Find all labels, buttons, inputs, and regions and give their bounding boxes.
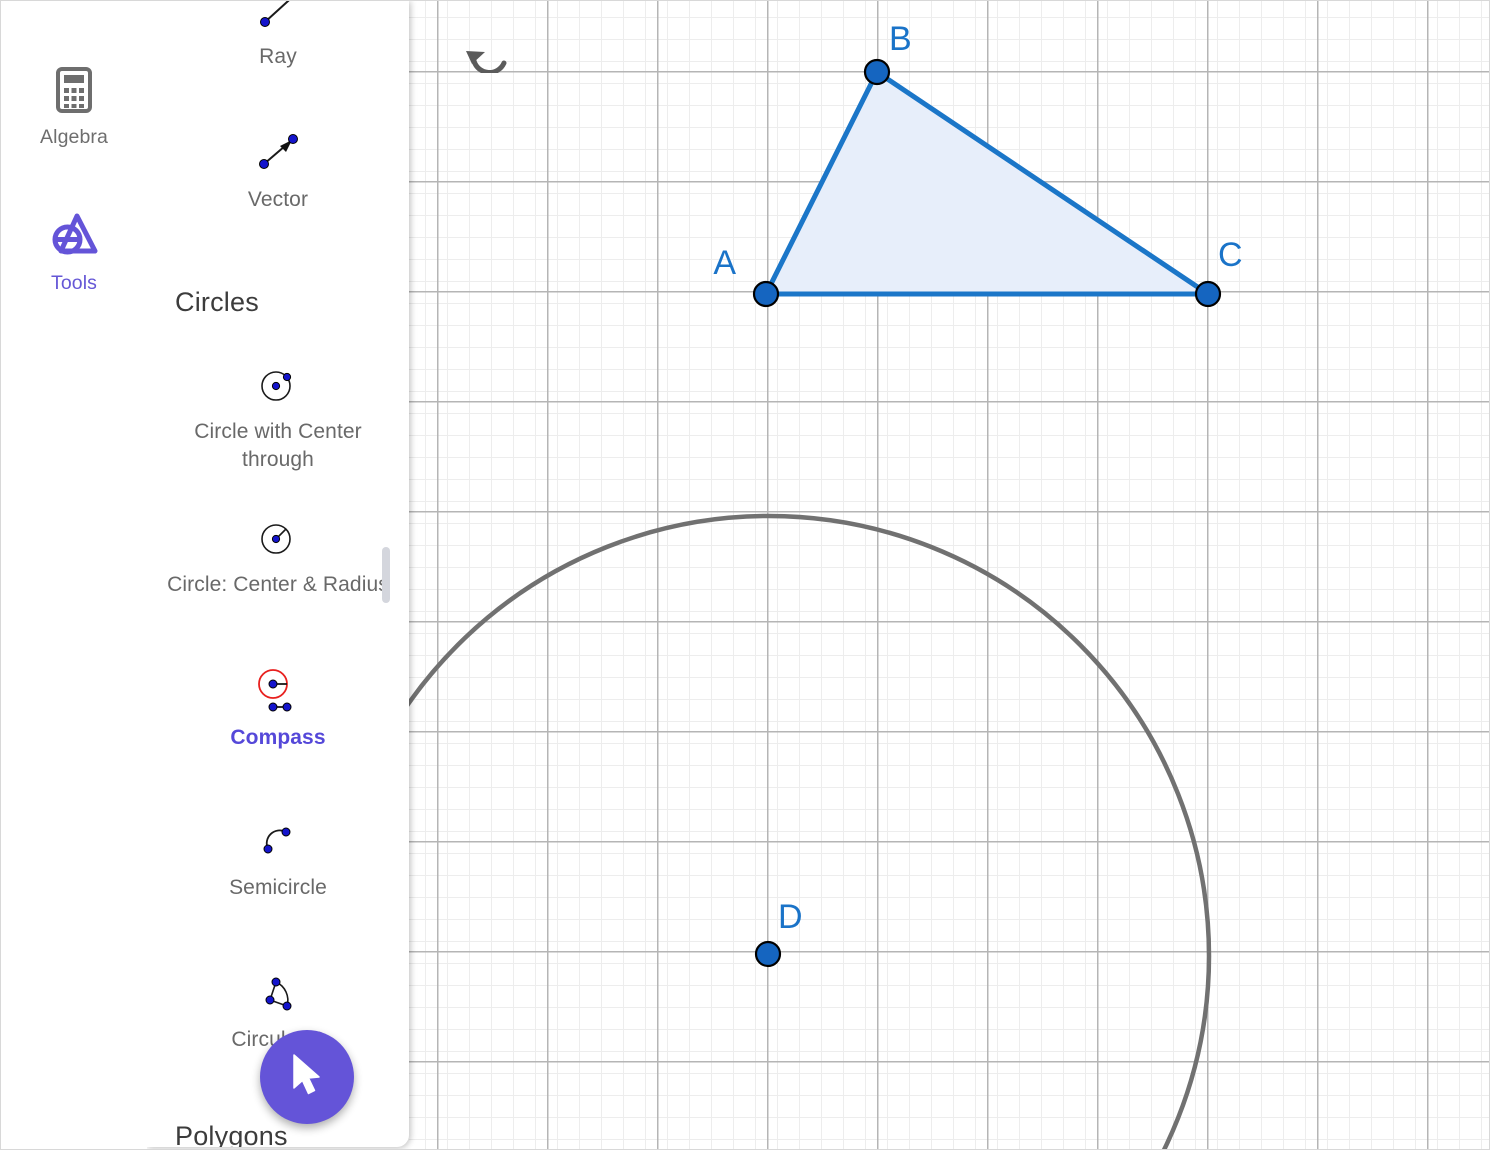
tool-panel: Ray Vector Circles Circle with Center th… <box>147 1 409 1147</box>
compass-tool-icon <box>157 664 399 720</box>
point-label-B: B <box>889 20 912 58</box>
semicircle-tool-icon <box>157 814 399 870</box>
undo-button[interactable] <box>461 35 513 81</box>
move-cursor-fab-button[interactable] <box>260 1030 354 1124</box>
tool-panel-scrollbar-thumb[interactable] <box>382 547 390 603</box>
rail-item-algebra[interactable]: Algebra <box>1 67 147 149</box>
circle-center-through-icon <box>157 358 399 414</box>
tool-item-vector-label: Vector <box>247 188 309 211</box>
tool-item-ray-label: Ray <box>259 45 297 68</box>
tool-panel-scroll-area[interactable]: Ray Vector Circles Circle with Center th… <box>147 1 409 1147</box>
calculator-icon <box>1 67 147 119</box>
geogebra-tools-icon <box>1 213 147 265</box>
rail-item-tools-label: Tools <box>50 272 98 294</box>
point-label-C: C <box>1218 236 1243 274</box>
tool-item-semicircle-label: Semicircle <box>229 876 327 899</box>
rail-item-algebra-label: Algebra <box>40 126 108 148</box>
point-C[interactable] <box>1194 280 1222 308</box>
tool-item-ray[interactable]: Ray <box>157 1 399 71</box>
tool-item-circle-center-radius[interactable]: Circle: Center & Radius <box>157 511 399 599</box>
tool-item-circle-center-through-label: Circle with Center through <box>194 420 362 471</box>
point-label-A: A <box>713 244 736 282</box>
tool-item-compass[interactable]: Compass <box>157 664 399 752</box>
geometry-canvas[interactable]: A B C D <box>409 1 1490 1150</box>
tool-item-compass-label: Compass <box>230 726 326 749</box>
point-D[interactable] <box>754 940 782 968</box>
circle-center-radius-icon <box>157 511 399 567</box>
left-rail: Algebra Tools <box>1 1 147 1149</box>
tool-item-vector[interactable]: Vector <box>157 126 399 214</box>
undo-arrow-icon <box>464 39 510 78</box>
mouse-pointer-icon <box>288 1052 326 1103</box>
tool-item-circle-center-through[interactable]: Circle with Center through <box>157 358 399 474</box>
graphics-view[interactable]: A B C D <box>409 1 1490 1150</box>
tool-item-semicircle[interactable]: Semicircle <box>157 814 399 902</box>
point-A[interactable] <box>752 280 780 308</box>
vector-tool-icon <box>157 126 399 182</box>
tool-item-circle-center-radius-label: Circle: Center & Radius <box>167 573 389 596</box>
compass-circle[interactable] <box>409 513 1212 1150</box>
section-heading-polygons: Polygons <box>175 1121 288 1147</box>
point-label-D: D <box>778 898 803 936</box>
circular-sector-icon <box>157 966 399 1022</box>
rail-item-tools[interactable]: Tools <box>1 213 147 295</box>
triangle-polygon-ABC[interactable] <box>763 69 1211 297</box>
geogebra-app: Algebra Tools Ray Vector Circles Circle … <box>0 0 1490 1150</box>
point-B[interactable] <box>863 58 891 86</box>
ray-tool-icon <box>157 1 399 39</box>
section-heading-circles: Circles <box>175 287 259 317</box>
